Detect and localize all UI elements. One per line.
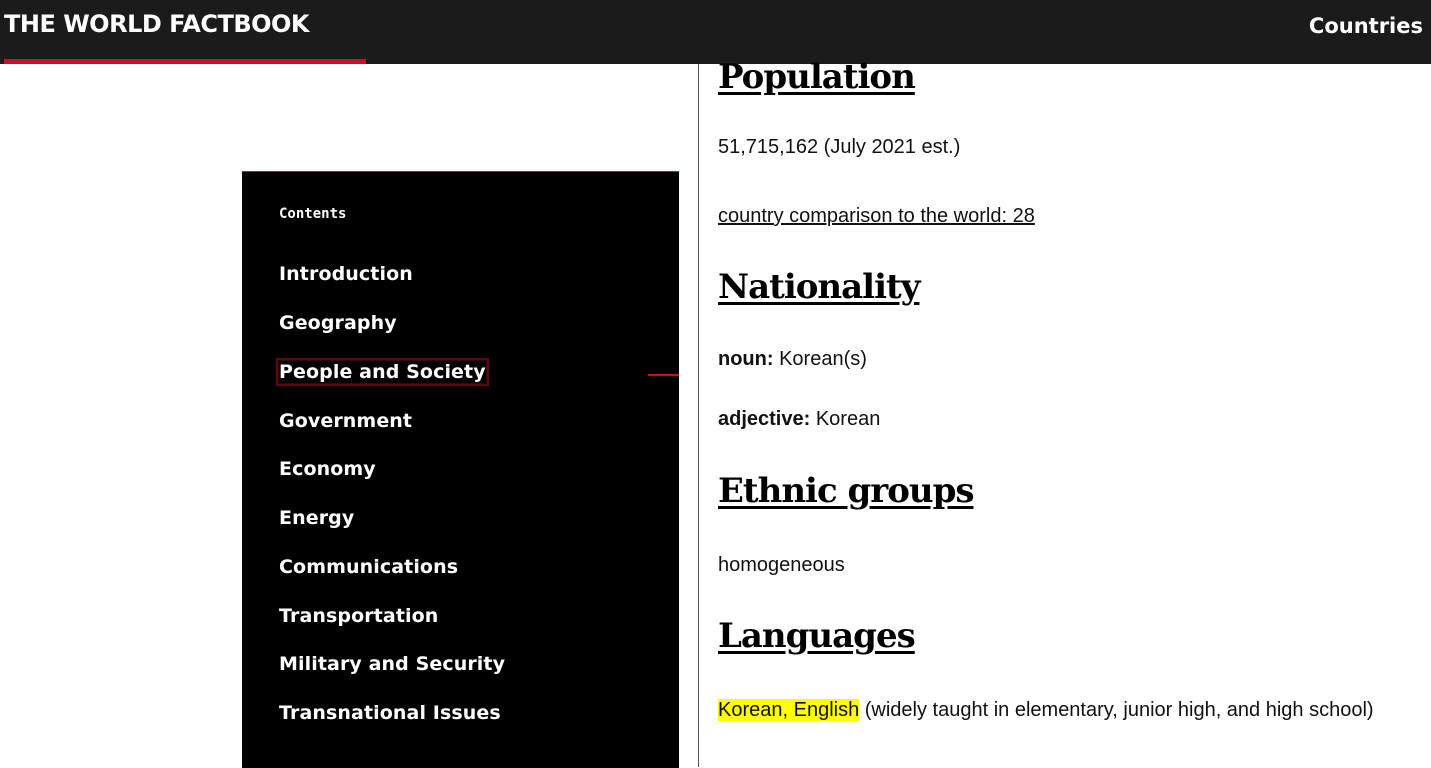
languages-value: Korean, English (widely taught in elemen… [718, 695, 1388, 725]
adjective-label: adjective: [718, 408, 811, 430]
content-divider [698, 64, 699, 767]
toc-item-economy[interactable]: Economy [279, 458, 376, 480]
noun-value: Korean(s) [773, 348, 867, 370]
contents-label: Contents [279, 206, 347, 222]
ethnic-groups-heading[interactable]: Ethnic groups [718, 471, 975, 511]
toc-item-people-and-society[interactable]: People and Society [276, 358, 489, 386]
languages-highlighted-text: Korean, English [718, 699, 860, 721]
adjective-value: Korean [810, 408, 881, 430]
site-logo-link[interactable]: THE WORLD FACTBOOK [4, 10, 310, 38]
nationality-noun: noun: Korean(s) [718, 344, 1388, 374]
toc-item-transnational-issues[interactable]: Transnational Issues [279, 702, 501, 724]
countries-nav-link[interactable]: Countries [1309, 14, 1423, 38]
logo-underline-accent [4, 59, 366, 64]
toc-item-communications[interactable]: Communications [279, 556, 458, 578]
nationality-heading[interactable]: Nationality [718, 267, 920, 307]
ethnic-groups-value: homogeneous [718, 554, 845, 576]
population-value: 51,715,162 (July 2021 est.) [718, 136, 961, 158]
toc-item-military-and-security[interactable]: Military and Security [279, 653, 505, 675]
population-comparison-paragraph: country comparison to the world: 28 [718, 201, 1388, 231]
toc-item-geography[interactable]: Geography [279, 312, 397, 334]
country-comparison-link[interactable]: country comparison to the world: 28 [718, 205, 1035, 227]
languages-rest-text: (widely taught in elementary, junior hig… [859, 699, 1374, 721]
population-heading[interactable]: Population [718, 57, 916, 97]
top-header: THE WORLD FACTBOOK Countries [0, 0, 1431, 64]
contents-sidebar: Contents Introduction Geography People a… [242, 171, 679, 768]
toc-item-introduction[interactable]: Introduction [279, 263, 413, 285]
toc-item-transportation[interactable]: Transportation [279, 605, 438, 627]
toc-item-energy[interactable]: Energy [279, 507, 354, 529]
noun-label: noun: [718, 348, 774, 370]
nationality-adjective: adjective: Korean [718, 404, 1388, 434]
languages-heading[interactable]: Languages [718, 616, 916, 656]
active-section-indicator [648, 374, 679, 376]
toc-item-government[interactable]: Government [279, 410, 412, 432]
